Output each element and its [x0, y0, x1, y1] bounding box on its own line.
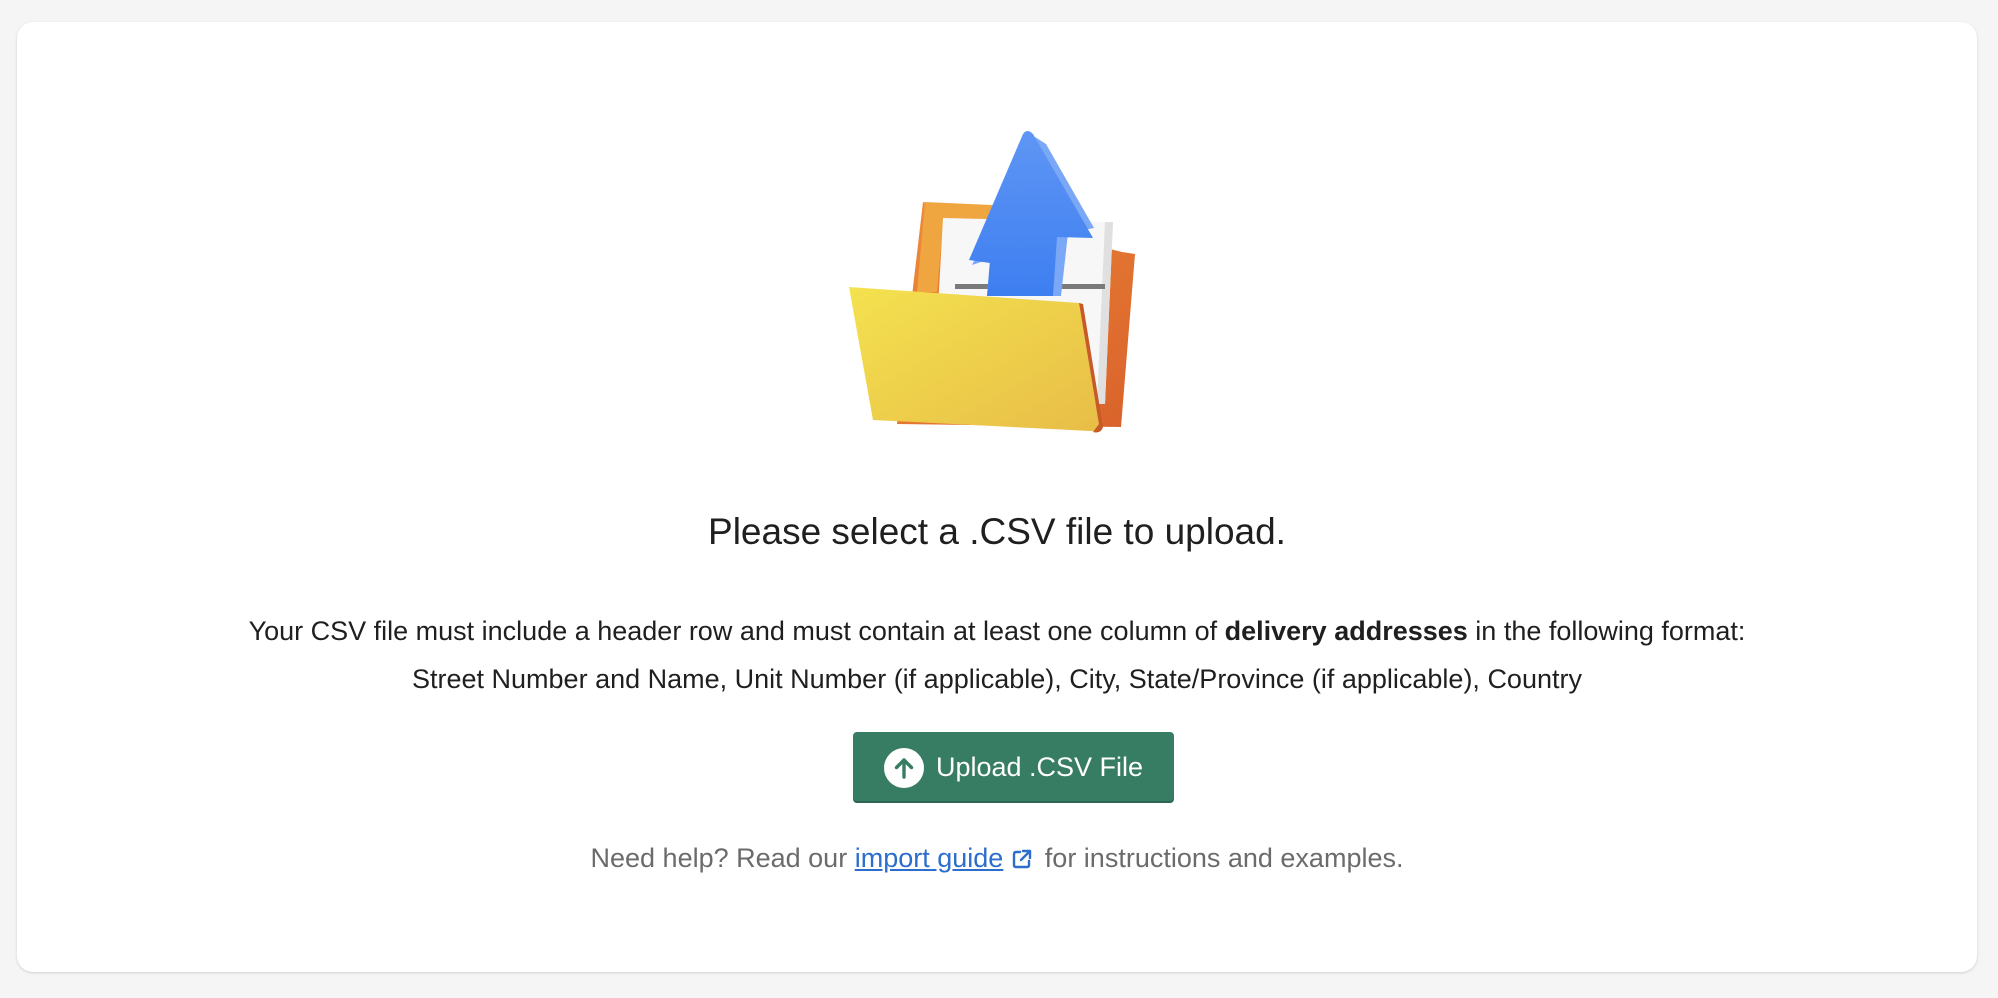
arrow-up-circle-icon [883, 747, 924, 788]
upload-button-label: Upload .CSV File [935, 752, 1144, 782]
upload-card: Please select a .CSV file to upload. You… [17, 22, 1977, 972]
description-part1: Your CSV file must include a header row … [248, 616, 1225, 646]
address-format-text: Street Number and Name, Unit Number (if … [412, 664, 1582, 694]
external-link-icon[interactable] [1011, 844, 1033, 879]
page-title: Please select a .CSV file to upload. [708, 511, 1286, 552]
help-text: Need help? Read our import guide for ins… [17, 841, 1977, 879]
help-prefix: Need help? Read our [590, 843, 848, 873]
description-part2: in the following format: [1467, 616, 1746, 646]
description-text: Your CSV file must include a header row … [17, 614, 1977, 649]
folder-upload-icon [849, 131, 1135, 433]
upload-csv-button[interactable]: Upload .CSV File [853, 732, 1174, 803]
description-bold: delivery addresses [1224, 616, 1468, 646]
import-guide-link[interactable]: import guide [855, 843, 1004, 873]
help-suffix: for instructions and examples. [1037, 843, 1404, 873]
